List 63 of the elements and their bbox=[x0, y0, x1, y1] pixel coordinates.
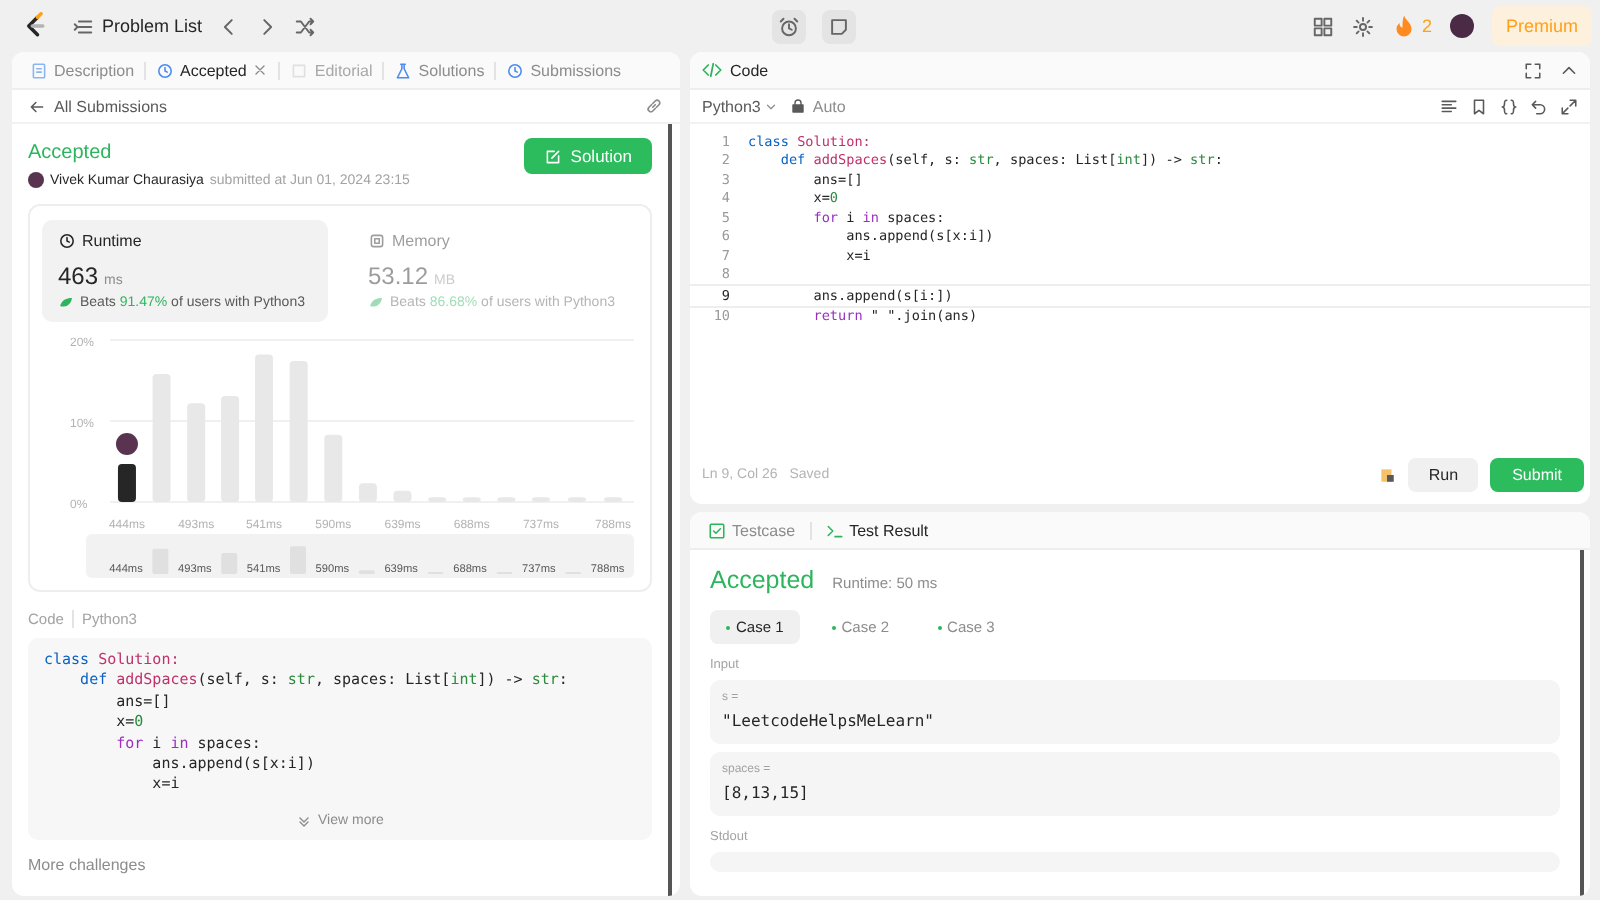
author-avatar bbox=[28, 172, 44, 188]
undo-icon[interactable] bbox=[1530, 97, 1548, 115]
tab[interactable]: Testcase bbox=[702, 517, 802, 543]
edit-icon bbox=[544, 147, 563, 165]
fullscreen-icon[interactable] bbox=[1524, 61, 1542, 79]
link-icon[interactable] bbox=[644, 96, 664, 116]
braces-icon[interactable] bbox=[1500, 97, 1518, 115]
language-dropdown[interactable]: Python3 bbox=[702, 97, 779, 115]
alarm-clock-icon[interactable] bbox=[778, 15, 800, 37]
tab[interactable]: Submissions bbox=[500, 57, 628, 83]
submit-button[interactable]: Submit bbox=[1490, 457, 1584, 491]
mode-label: Auto bbox=[812, 97, 846, 115]
run-button[interactable]: Run bbox=[1408, 457, 1479, 491]
chevron-down-icon bbox=[296, 813, 313, 830]
solutions-icon bbox=[394, 61, 413, 79]
code-icon bbox=[702, 60, 722, 80]
result-status: Accepted bbox=[710, 566, 815, 594]
variable-value: "LeetcodeHelpsMeLearn" bbox=[722, 712, 936, 734]
more-challenges-heading: More challenges bbox=[28, 855, 148, 874]
solution-button[interactable]: Solution bbox=[524, 138, 652, 174]
result-icon bbox=[825, 521, 844, 539]
submission-status: Accepted bbox=[28, 142, 114, 164]
all-submissions-link[interactable]: All Submissions bbox=[54, 97, 167, 115]
chevron-up-icon[interactable] bbox=[1560, 61, 1578, 79]
clipboard-icon[interactable] bbox=[1378, 465, 1397, 483]
leaf-icon bbox=[368, 294, 384, 310]
chevron-down-icon bbox=[764, 99, 779, 113]
panel-title: Code bbox=[730, 61, 769, 79]
bar[interactable] bbox=[117, 463, 136, 502]
shuffle-icon[interactable] bbox=[294, 15, 317, 37]
accepted-icon bbox=[156, 61, 175, 79]
runtime-icon bbox=[58, 232, 76, 250]
bookmark-icon[interactable] bbox=[1470, 97, 1488, 115]
tab[interactable]: Description bbox=[24, 57, 141, 83]
expand-icon[interactable] bbox=[1560, 97, 1578, 115]
metric-label: Memory bbox=[392, 232, 450, 250]
tab[interactable]: Accepted bbox=[150, 57, 275, 83]
variable-value: [8,13,15] bbox=[722, 784, 811, 806]
leaf-icon bbox=[58, 294, 74, 310]
arrow-left-icon[interactable] bbox=[28, 97, 46, 115]
list-icon[interactable] bbox=[72, 15, 94, 37]
range-selector[interactable] bbox=[86, 534, 634, 578]
format-icon[interactable] bbox=[1440, 97, 1458, 115]
user-avatar bbox=[115, 432, 138, 455]
submissions-icon bbox=[506, 61, 525, 79]
memory-icon bbox=[368, 232, 386, 250]
description-icon bbox=[30, 61, 48, 79]
problem-list-link[interactable]: Problem List bbox=[102, 16, 203, 36]
metric-label: Runtime bbox=[82, 232, 142, 250]
metric-value: 463 bbox=[58, 262, 99, 290]
testcase-icon bbox=[708, 521, 726, 539]
user-avatar[interactable] bbox=[1449, 14, 1474, 38]
metric-value: 53.12 bbox=[368, 262, 429, 290]
settings-icon[interactable] bbox=[1351, 15, 1374, 37]
tab[interactable]: Solutions bbox=[388, 57, 491, 83]
lock-icon bbox=[790, 98, 807, 114]
grid-icon[interactable] bbox=[1311, 15, 1334, 37]
close-icon[interactable] bbox=[252, 62, 269, 78]
streak-count[interactable]: 2 bbox=[1421, 16, 1432, 36]
note-icon[interactable] bbox=[828, 15, 850, 37]
premium-button[interactable]: Premium bbox=[1491, 6, 1592, 46]
tab[interactable]: Test Result bbox=[819, 517, 935, 543]
editorial-icon bbox=[290, 61, 309, 79]
